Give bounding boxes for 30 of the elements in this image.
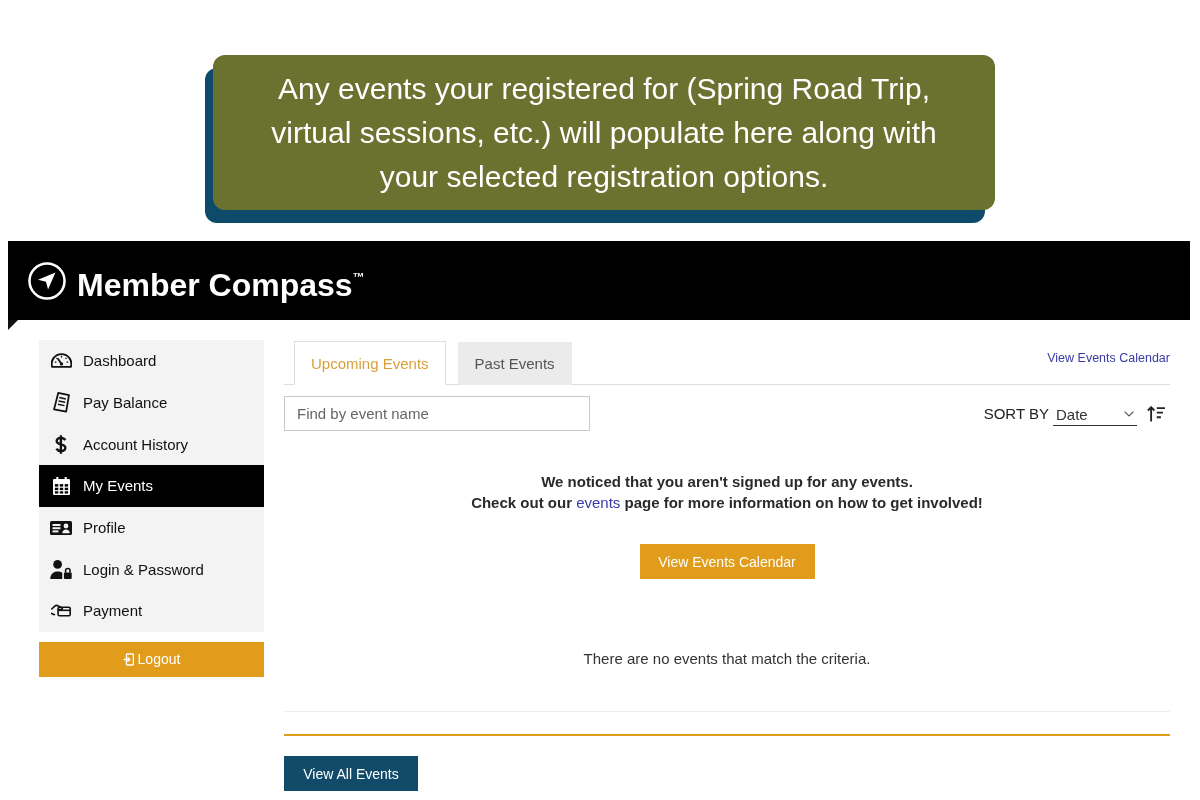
calendar-icon bbox=[52, 476, 70, 495]
dollar-icon bbox=[55, 434, 67, 454]
user-lock-icon bbox=[50, 559, 72, 579]
events-tab[interactable]: Past Events bbox=[457, 342, 572, 385]
brand-name: Member Compass$^{™}$ bbox=[77, 265, 365, 305]
calendar-link[interactable]: View Events Calendar bbox=[1047, 351, 1170, 365]
sort-select[interactable]: Date bbox=[1053, 403, 1137, 426]
search-field[interactable]: Find by event name bbox=[284, 396, 590, 431]
sidebar-item[interactable]: Account History bbox=[39, 423, 264, 466]
chevron-down-icon bbox=[1124, 411, 1134, 417]
sidebar-item[interactable]: Dashboard bbox=[39, 340, 264, 382]
hand-card-icon bbox=[51, 604, 71, 618]
sidebar-item[interactable]: Pay Balance bbox=[39, 381, 264, 424]
ribbon-fold bbox=[8, 320, 18, 330]
navigation-icon bbox=[28, 261, 66, 300]
id-card-icon bbox=[50, 520, 72, 535]
receipt-icon bbox=[52, 392, 70, 414]
sort-icon[interactable] bbox=[1147, 405, 1165, 422]
sort-label: SORT BY bbox=[983, 405, 1049, 422]
sidebar-item[interactable]: Profile bbox=[39, 506, 264, 549]
gauge-icon bbox=[50, 353, 72, 369]
empty-message: There are no events that match the criteria. bbox=[582, 649, 872, 669]
view-all-button[interactable]: View All Events bbox=[284, 756, 418, 791]
logout-icon bbox=[122, 652, 134, 666]
sidebar-item[interactable]: Login & Password bbox=[39, 548, 264, 591]
events-link[interactable]: events bbox=[576, 494, 621, 511]
callout-text: Any events your registered for (Spring Road Trip, virtual sessions, etc.) will populate here along with your selected registration options. bbox=[270, 70, 938, 195]
sidebar-item[interactable]: Payment bbox=[39, 590, 264, 632]
notice-text: We noticed that you aren't signed up for any events. Check out our events page for more information on how to get involved! bbox=[470, 472, 984, 513]
sidebar-item[interactable]: My Events bbox=[39, 465, 264, 507]
